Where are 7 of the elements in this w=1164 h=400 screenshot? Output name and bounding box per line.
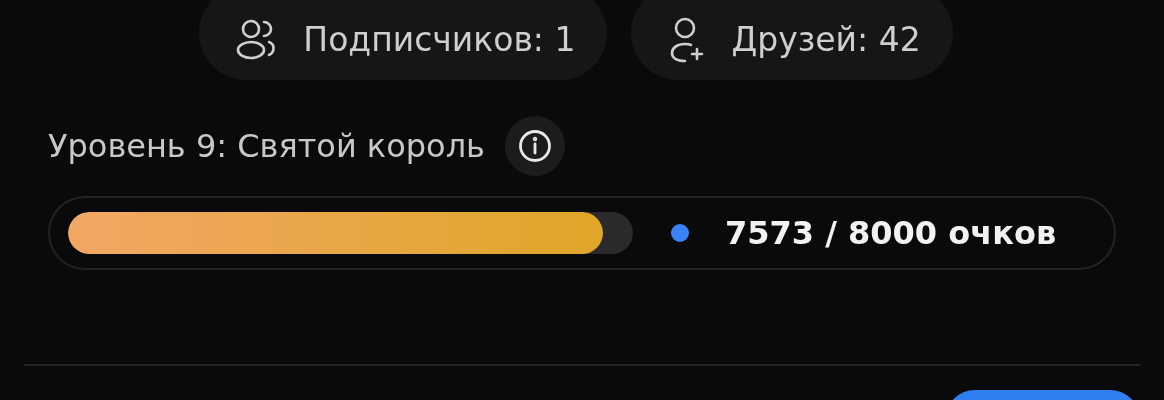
stat-label: Подписчиков: 1 bbox=[303, 19, 576, 59]
level-title: Уровень 9: Святой король bbox=[48, 127, 485, 165]
stat-chip[interactable]: Друзей: 42 bbox=[631, 0, 953, 80]
stat-chip[interactable]: Подписчиков: 1 bbox=[199, 0, 608, 80]
stat-label: Друзей: 42 bbox=[731, 19, 921, 59]
info-icon bbox=[517, 129, 552, 163]
points-reading: 7573 / 8000 очков bbox=[725, 214, 1057, 252]
